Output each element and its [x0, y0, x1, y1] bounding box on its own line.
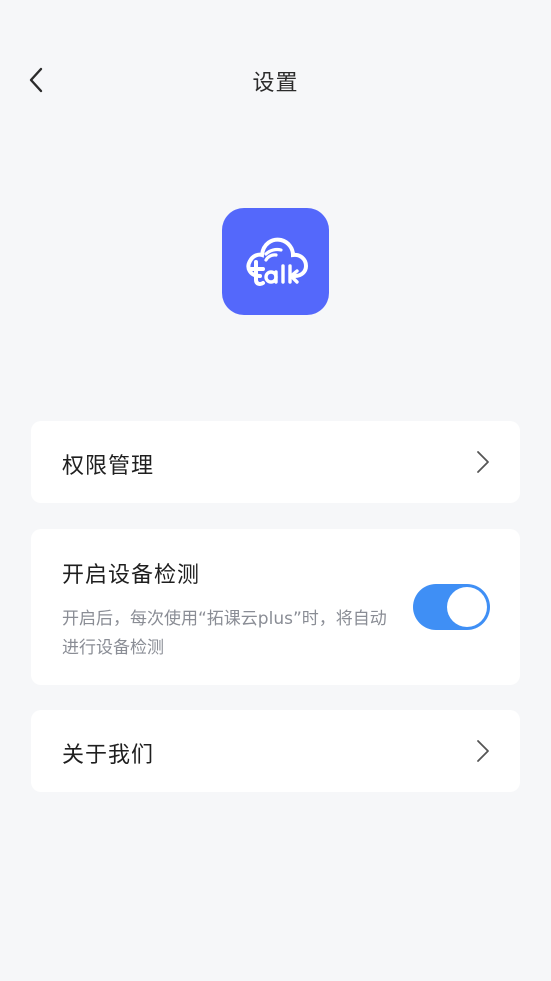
permissions-label: 权限管理	[62, 454, 155, 479]
settings-page: 设置 权限管理 开启设备检测 开启后，每次使用“拓课云plus”时，将自动进行设…	[0, 0, 551, 981]
talk-cloud-logo-icon	[245, 237, 308, 286]
device-detection-toggle[interactable]	[413, 584, 490, 630]
toggle-knob	[447, 587, 487, 627]
about-us-row[interactable]: 关于我们	[31, 710, 520, 792]
device-detection-label: 开启设备检测	[62, 563, 201, 588]
app-logo	[222, 208, 329, 315]
device-detection-description: 开启后，每次使用“拓课云plus”时，将自动进行设备检测	[62, 609, 387, 658]
chevron-right-icon	[474, 738, 492, 764]
about-us-label: 关于我们	[62, 743, 155, 768]
permissions-row[interactable]: 权限管理	[31, 421, 520, 503]
device-detection-row: 开启设备检测 开启后，每次使用“拓课云plus”时，将自动进行设备检测	[31, 529, 520, 685]
header: 设置	[0, 52, 551, 108]
chevron-right-icon	[474, 449, 492, 475]
page-title: 设置	[252, 71, 299, 96]
